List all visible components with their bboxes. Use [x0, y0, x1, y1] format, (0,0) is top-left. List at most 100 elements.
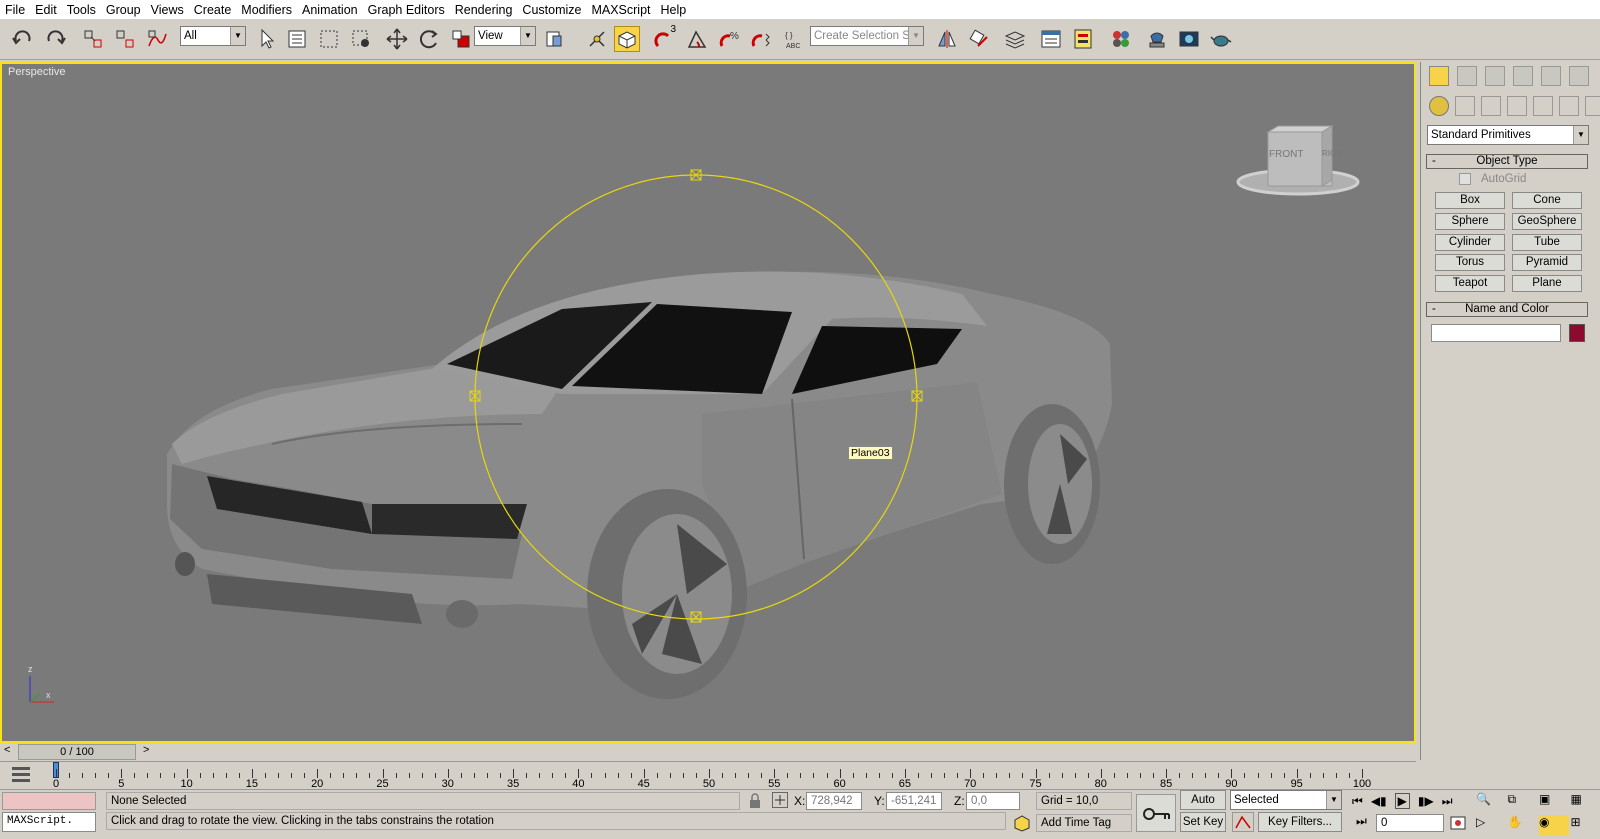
key-filters-button[interactable]: Key Filters... — [1258, 812, 1342, 832]
play-icon[interactable]: ▶ — [1394, 793, 1410, 809]
maximize-viewport-icon[interactable]: ⊞ — [1571, 815, 1600, 836]
time-slider-prev[interactable]: < — [4, 744, 10, 756]
menu-rendering[interactable]: Rendering — [450, 0, 518, 20]
shapes-icon[interactable] — [1455, 96, 1475, 116]
z-coordinate-field[interactable]: 0,0 — [966, 792, 1020, 810]
viewcube[interactable]: FRONT RIGHT — [1236, 124, 1360, 200]
viewcube-front-face[interactable]: FRONT — [1269, 149, 1303, 160]
menu-views[interactable]: Views — [146, 0, 189, 20]
select-and-rotate-icon[interactable] — [416, 26, 442, 52]
menu-file[interactable]: File — [0, 0, 30, 20]
motion-tab-icon[interactable] — [1513, 66, 1533, 86]
geosphere-button[interactable]: GeoSphere — [1512, 213, 1582, 230]
cone-button[interactable]: Cone — [1512, 192, 1582, 209]
render-production-teapot-icon[interactable] — [1208, 26, 1234, 52]
x-coordinate-field[interactable]: 728,942 — [806, 792, 862, 810]
edit-named-selection-icon[interactable]: { } ABC — [782, 26, 808, 52]
object-name-input[interactable] — [1431, 324, 1561, 342]
go-to-end-icon[interactable]: ⏭ — [1442, 794, 1453, 809]
orbit-icon[interactable]: ◉ — [1539, 815, 1569, 836]
geometry-icon[interactable] — [1429, 96, 1449, 116]
percent-snap-icon[interactable]: % — [716, 26, 742, 52]
go-to-start-icon[interactable]: ⏮ — [1352, 794, 1363, 809]
zoom-icon[interactable]: 🔍 — [1476, 792, 1506, 813]
next-frame-icon[interactable]: ▮▶ — [1418, 794, 1434, 808]
time-slider-next[interactable]: > — [143, 744, 149, 756]
box-button[interactable]: Box — [1435, 192, 1505, 209]
key-mode-toggle-icon[interactable]: ⏭ — [1356, 814, 1367, 829]
menu-modifiers[interactable]: Modifiers — [236, 0, 297, 20]
set-key-button[interactable]: Set Key — [1180, 812, 1226, 832]
viewcube-right-face[interactable]: RIGHT — [1322, 149, 1347, 158]
pivot-center-icon[interactable] — [542, 26, 568, 52]
lights-icon[interactable] — [1481, 96, 1501, 116]
previous-frame-icon[interactable]: ◀▮ — [1371, 794, 1387, 808]
zoom-extents-all-icon[interactable]: ▦ — [1571, 792, 1600, 813]
key-mode-dropdown[interactable]: Selected ▼ — [1230, 790, 1342, 810]
add-time-tag-field[interactable]: Add Time Tag — [1036, 814, 1132, 832]
create-tab-icon[interactable] — [1429, 66, 1449, 86]
default-tangents-icon[interactable] — [1232, 812, 1254, 832]
zoom-extents-icon[interactable]: ▣ — [1539, 792, 1569, 813]
maxscript-listener-pink[interactable] — [2, 792, 96, 810]
window-crossing-icon[interactable] — [348, 26, 374, 52]
selection-filter-dropdown[interactable]: All ▼ — [180, 26, 246, 46]
unlink-selection-icon[interactable] — [112, 26, 138, 52]
select-and-move-icon[interactable] — [384, 26, 410, 52]
absolute-mode-transform-icon[interactable] — [772, 792, 788, 808]
perspective-viewport[interactable]: Perspective Plane03 FRONT RIGHT z x — [0, 62, 1416, 743]
maxscript-mini-listener[interactable]: MAXScript. — [2, 812, 96, 832]
bind-to-space-warp-icon[interactable] — [144, 26, 170, 52]
selection-lock-icon[interactable] — [748, 793, 762, 809]
menu-edit[interactable]: Edit — [30, 0, 62, 20]
cylinder-button[interactable]: Cylinder — [1435, 234, 1505, 251]
systems-icon[interactable] — [1585, 96, 1600, 116]
rectangular-selection-icon[interactable] — [316, 26, 342, 52]
teapot-button[interactable]: Teapot — [1435, 275, 1505, 292]
angle-snap-icon[interactable] — [684, 26, 710, 52]
torus-button[interactable]: Torus — [1435, 254, 1505, 271]
menu-animation[interactable]: Animation — [297, 0, 363, 20]
menu-create[interactable]: Create — [189, 0, 237, 20]
render-setup-icon[interactable] — [1144, 26, 1170, 52]
redo-icon[interactable] — [42, 26, 68, 52]
mirror-icon[interactable] — [934, 26, 960, 52]
plane-button[interactable]: Plane — [1512, 275, 1582, 292]
curve-editor-icon[interactable] — [1038, 26, 1064, 52]
time-slider-thumb[interactable]: 0 / 100 — [18, 744, 136, 760]
select-and-scale-icon[interactable] — [448, 26, 474, 52]
car-model[interactable] — [2, 64, 1414, 741]
primitive-category-dropdown[interactable]: Standard Primitives ▼ — [1427, 125, 1589, 145]
menu-help[interactable]: Help — [656, 0, 692, 20]
pan-view-icon[interactable]: ✋ — [1508, 815, 1538, 836]
auto-key-button[interactable]: Auto Key — [1180, 790, 1226, 824]
autogrid-checkbox[interactable] — [1459, 173, 1471, 185]
pyramid-button[interactable]: Pyramid — [1512, 254, 1582, 271]
reference-coordinate-dropdown[interactable]: View ▼ — [474, 26, 536, 46]
display-tab-icon[interactable] — [1541, 66, 1561, 86]
field-of-view-icon[interactable]: ▷ — [1476, 815, 1506, 836]
menu-customize[interactable]: Customize — [517, 0, 586, 20]
space-warps-icon[interactable] — [1559, 96, 1579, 116]
snaps-toggle-icon[interactable]: 3 — [652, 24, 678, 52]
menu-tools[interactable]: Tools — [62, 0, 101, 20]
spinner-snap-icon[interactable] — [748, 26, 774, 52]
keyboard-shortcut-override-icon[interactable] — [614, 26, 640, 52]
rendered-frame-window-icon[interactable] — [1176, 26, 1202, 52]
align-icon[interactable] — [966, 26, 992, 52]
select-and-link-icon[interactable] — [80, 26, 106, 52]
track-bar[interactable]: 0 5 10 15 20 25 30 35 40 45 50 55 60 65 70 75 80 85 90 95 10… — [0, 761, 1416, 790]
select-and-manipulate-icon[interactable] — [584, 26, 610, 52]
menu-graph-editors[interactable]: Graph Editors — [363, 0, 450, 20]
y-coordinate-field[interactable]: -651,241 — [886, 792, 942, 810]
name-and-color-rollout-header[interactable]: - Name and Color — [1426, 302, 1588, 317]
modify-tab-icon[interactable] — [1457, 66, 1477, 86]
utilities-tab-icon[interactable] — [1569, 66, 1589, 86]
material-editor-icon[interactable] — [1108, 26, 1134, 52]
set-keys-key-icon[interactable] — [1136, 794, 1176, 832]
named-selection-set-dropdown[interactable]: Create Selection Set ▼ — [810, 26, 924, 46]
tube-button[interactable]: Tube — [1512, 234, 1582, 251]
sphere-button[interactable]: Sphere — [1435, 213, 1505, 230]
object-color-swatch[interactable] — [1569, 324, 1585, 342]
current-frame-field[interactable]: 0 — [1376, 814, 1444, 832]
